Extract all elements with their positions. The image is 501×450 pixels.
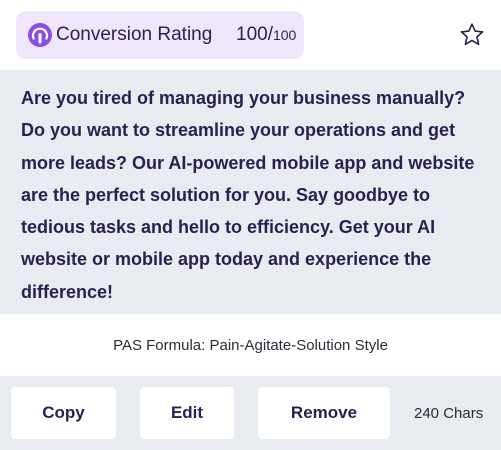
conversion-rating-label: Conversion Rating	[56, 24, 213, 45]
card-header: Conversion Rating 100/100	[0, 0, 501, 70]
formula-label: PAS Formula: Pain-Agitate-Solution Style	[113, 337, 388, 354]
rating-score: 100	[236, 24, 268, 45]
remove-button[interactable]: Remove	[258, 387, 390, 439]
gauge-icon	[28, 23, 52, 47]
edit-button[interactable]: Edit	[140, 387, 234, 439]
copy-result-card: Conversion Rating 100/100 Are you tired …	[0, 0, 501, 450]
generated-copy-panel: Are you tired of managing your business …	[0, 70, 501, 314]
conversion-rating-badge: Conversion Rating 100/100	[16, 11, 304, 59]
conversion-rating-value: 100/100	[236, 24, 296, 47]
copy-button[interactable]: Copy	[11, 387, 116, 439]
rating-max: 100	[272, 27, 297, 43]
star-outline-icon[interactable]	[459, 22, 485, 48]
character-count: 240 Chars	[414, 405, 484, 422]
generated-copy-text: Are you tired of managing your business …	[21, 88, 475, 302]
action-bar: Copy Edit Remove 240 Chars	[0, 376, 501, 450]
